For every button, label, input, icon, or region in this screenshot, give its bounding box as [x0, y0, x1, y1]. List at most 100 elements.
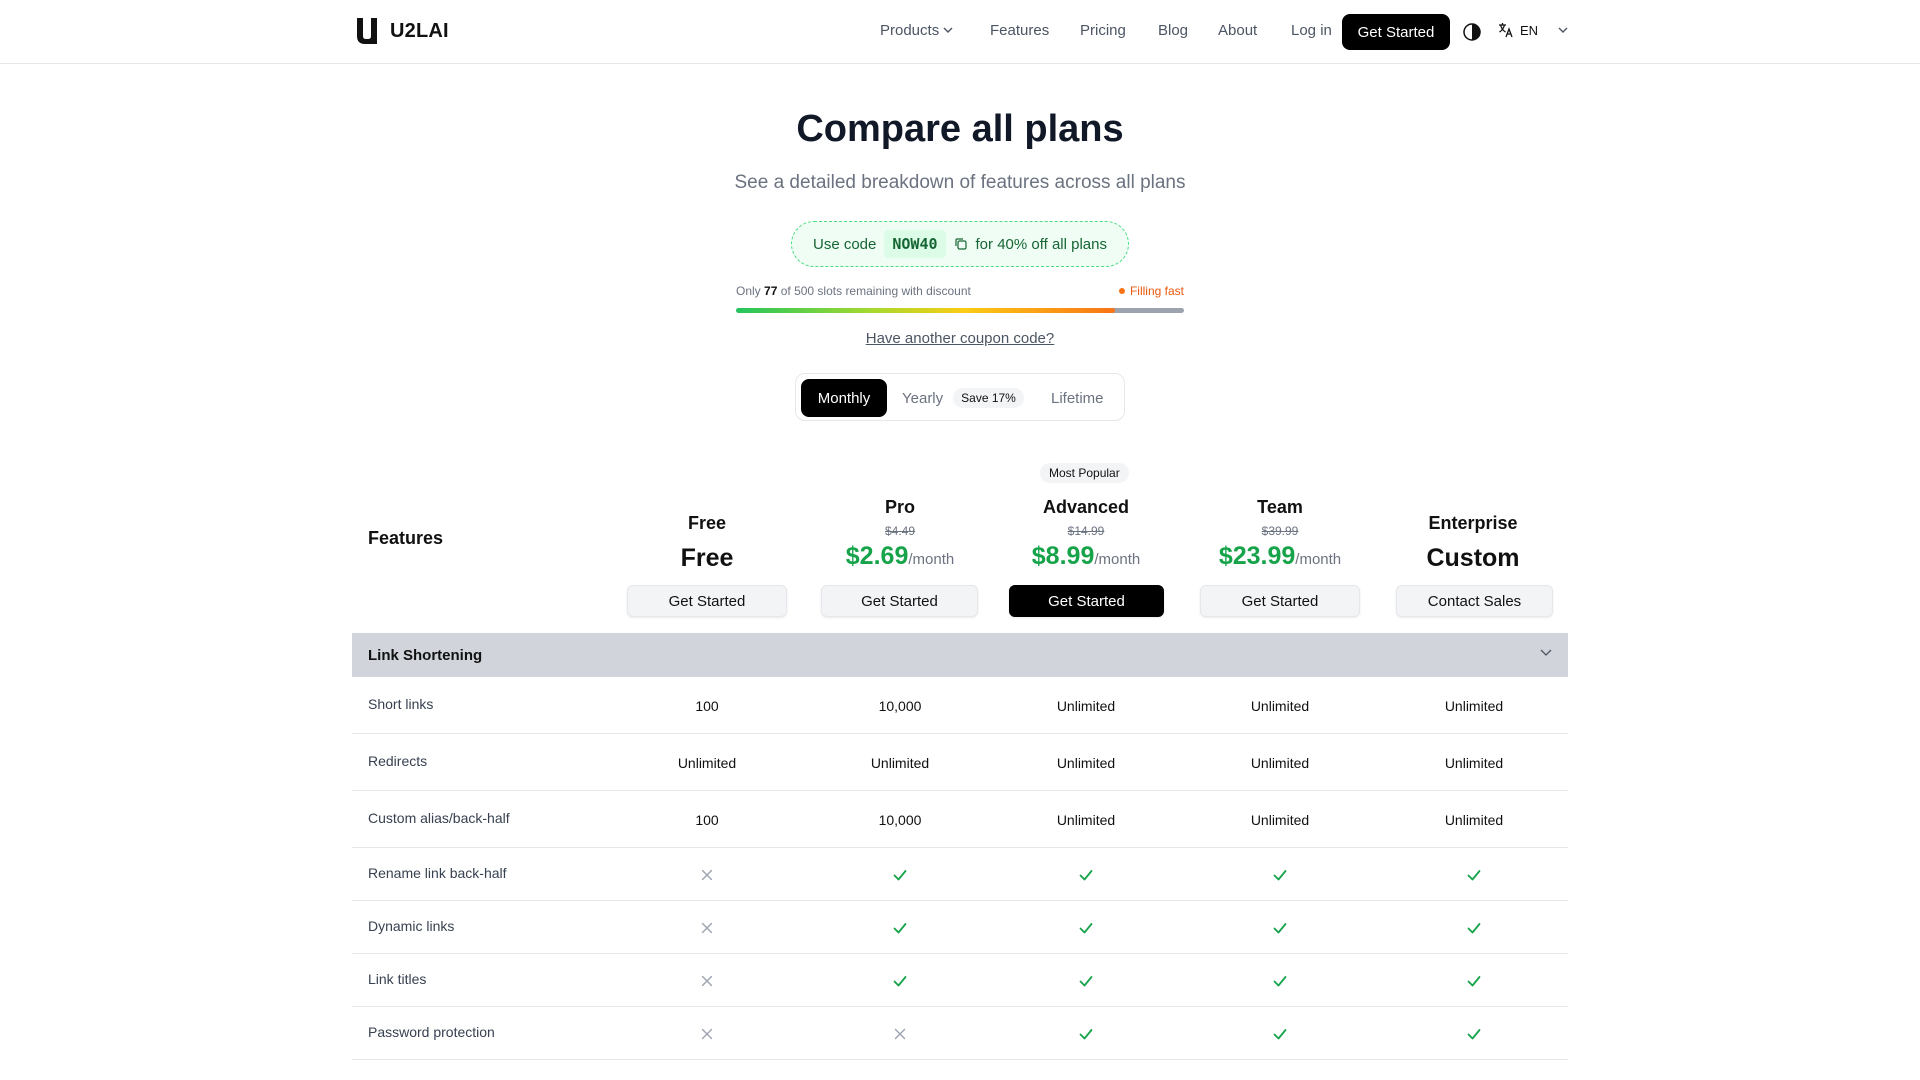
cross-icon	[810, 1026, 990, 1045]
cross-icon	[617, 920, 797, 939]
check-icon	[996, 920, 1176, 939]
copy-icon[interactable]	[954, 237, 968, 251]
nav-login[interactable]: Log in	[1291, 22, 1332, 39]
brand-logo[interactable]: U2LAI	[356, 18, 449, 44]
slots-remaining: Only 77 of 500 slots remaining with disc…	[736, 284, 1184, 298]
feature-value: Unlimited	[1250, 811, 1310, 828]
feature-value: Unlimited	[1056, 811, 1116, 828]
nav-blog[interactable]: Blog	[1158, 22, 1188, 39]
plan-price: Free	[680, 544, 734, 572]
table-row: Password protection	[352, 1007, 1568, 1060]
features-heading: Features	[368, 528, 444, 548]
nav-pricing[interactable]: Pricing	[1080, 22, 1126, 39]
table-row: Dynamic links	[352, 901, 1568, 954]
feature-value: 10,000	[878, 697, 922, 714]
feature-value: Unlimited	[870, 754, 930, 771]
feature-value: Unlimited	[1444, 697, 1504, 714]
slots-suffix: of 500 slots remaining with discount	[780, 284, 971, 298]
plan-pro-button[interactable]: Get Started	[821, 585, 978, 617]
nav-features[interactable]: Features	[990, 22, 1049, 39]
feature-value: Unlimited	[677, 754, 737, 771]
nav-products[interactable]: Products	[880, 22, 953, 39]
plan-name: Enterprise	[1428, 513, 1518, 533]
table-row: Redirects Unlimited Unlimited Unlimited Unli…	[352, 734, 1568, 791]
slots-progress-bar	[736, 308, 1184, 313]
plan-team-button[interactable]: Get Started	[1200, 585, 1360, 617]
billing-lifetime[interactable]: Lifetime	[1051, 379, 1104, 417]
logo-icon	[357, 18, 377, 44]
save-badge: Save 17%	[953, 388, 1024, 408]
nav-about[interactable]: About	[1218, 22, 1257, 39]
plan-name: Free	[687, 513, 727, 533]
language-selector[interactable]: EN	[1498, 22, 1568, 38]
page-subtitle: See a detailed breakdown of features acr…	[734, 172, 1186, 193]
theme-toggle-icon[interactable]	[1462, 22, 1482, 42]
plan-team: Team $39.99 $23.99/month	[1190, 497, 1370, 571]
plan-price-period: /month	[1094, 551, 1141, 568]
plan-enterprise-button[interactable]: Contact Sales	[1396, 585, 1553, 617]
plan-name: Pro	[884, 497, 915, 517]
feature-value: 100	[695, 697, 719, 714]
brand-name: U2LAI	[390, 19, 449, 42]
coupon-code[interactable]: NOW40	[884, 230, 946, 258]
feature-value: 100	[695, 811, 719, 828]
filling-status: Filling fast	[1118, 284, 1184, 298]
plan-price-period: /month	[1295, 551, 1342, 568]
language-code: EN	[1520, 22, 1539, 38]
check-icon	[996, 973, 1176, 992]
check-icon	[810, 867, 990, 886]
section-link-shortening[interactable]: Link Shortening	[352, 633, 1568, 677]
translate-icon	[1499, 23, 1513, 38]
plan-pro: Pro $4.49 $2.69/month	[810, 497, 990, 571]
billing-monthly[interactable]: Monthly	[801, 379, 887, 417]
check-icon	[1384, 920, 1564, 939]
another-coupon-link[interactable]: Have another coupon code?	[866, 330, 1054, 347]
plan-old-price: $14.99	[1067, 524, 1105, 538]
filling-status-label: Filling fast	[1129, 284, 1184, 298]
table-row: Link titles	[352, 954, 1568, 1007]
check-icon	[810, 973, 990, 992]
plan-price-value: $23.99	[1218, 542, 1296, 570]
cross-icon	[617, 867, 797, 886]
another-coupon: Have another coupon code?	[0, 330, 1920, 347]
billing-toggle: Monthly Yearly Save 17% Lifetime	[795, 373, 1125, 421]
billing-yearly[interactable]: Yearly Save 17%	[902, 379, 1024, 417]
plan-price: $8.99/month	[996, 542, 1176, 571]
feature-value: Unlimited	[1444, 754, 1504, 771]
check-icon	[1384, 867, 1564, 886]
feature-value: Unlimited	[1056, 754, 1116, 771]
plan-price-value: $2.69	[845, 542, 909, 570]
plan-price-value: $8.99	[1031, 542, 1095, 570]
feature-name: Redirects	[368, 752, 428, 769]
chevron-down-icon	[1558, 27, 1568, 33]
plan-price-period: /month	[908, 551, 955, 568]
plan-advanced-button[interactable]: Get Started	[1009, 585, 1164, 617]
feature-value: 10,000	[878, 811, 922, 828]
feature-value: Unlimited	[1250, 697, 1310, 714]
check-icon	[996, 867, 1176, 886]
slots-count: 77	[764, 284, 778, 298]
check-icon	[1384, 1026, 1564, 1045]
check-icon	[996, 1026, 1176, 1045]
slots-prefix: Only	[736, 284, 761, 298]
plan-name: Team	[1257, 497, 1303, 517]
plan-name: Advanced	[1042, 497, 1130, 517]
coupon-prefix: Use code	[812, 235, 877, 253]
get-started-button[interactable]: Get Started	[1342, 14, 1450, 50]
feature-name: Password protection	[368, 1023, 495, 1040]
plan-free: Free Free	[617, 513, 797, 573]
coupon-suffix: for 40% off all plans	[975, 235, 1107, 253]
check-icon	[1190, 1026, 1370, 1045]
status-dot-icon	[1118, 288, 1125, 294]
table-row: Rename link back-half	[352, 848, 1568, 901]
chevron-down-icon	[1540, 649, 1552, 656]
plan-price: $23.99/month	[1190, 542, 1370, 571]
feature-value: Unlimited	[1250, 754, 1310, 771]
top-navbar: U2LAI Products Features Pricing Blog Abo…	[0, 0, 1920, 64]
plan-enterprise: Enterprise Custom	[1383, 513, 1563, 573]
table-row: Custom alias/back-half 100 10,000 Unlimited…	[352, 791, 1568, 848]
feature-name: Custom alias/back-half	[368, 809, 510, 826]
plan-free-button[interactable]: Get Started	[627, 585, 787, 617]
coupon-banner: Use code NOW40 for 40% off all plans	[791, 221, 1129, 267]
feature-name: Dynamic links	[368, 917, 455, 934]
